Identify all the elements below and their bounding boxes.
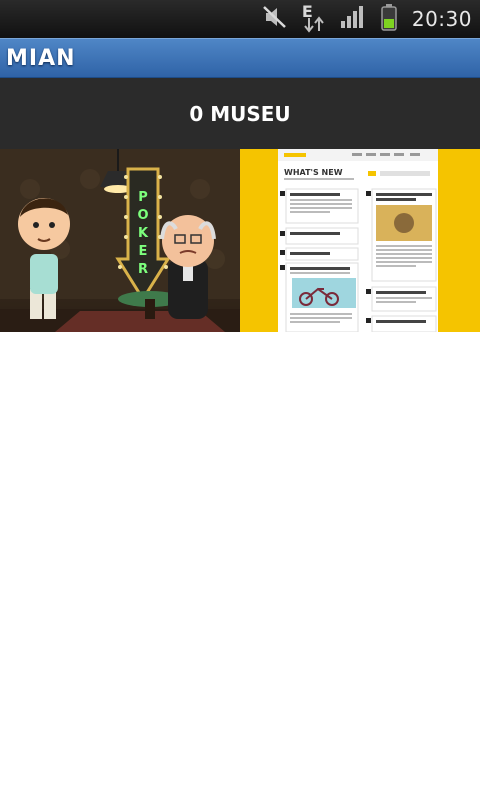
svg-text:O: O <box>137 208 148 223</box>
museum-header: 0 MUSEU <box>0 78 480 149</box>
poker-cartoon-thumbnail[interactable]: P O K E R <box>0 149 240 332</box>
cartoon-character-right <box>160 215 216 319</box>
museum-title: 0 MUSEU <box>189 101 291 126</box>
title-bar: MIAN <box>0 38 480 78</box>
mute-icon <box>262 4 288 34</box>
status-bar: E 20:30 <box>0 0 480 38</box>
app-title: MIAN <box>6 45 76 71</box>
image-gallery: P O K E R WHAT'S NEW <box>0 149 480 332</box>
battery-icon <box>380 3 398 35</box>
signal-icon <box>340 5 366 33</box>
data-transfer-icon: E <box>302 2 326 34</box>
website-heading: WHAT'S NEW <box>284 168 343 177</box>
svg-text:P: P <box>138 190 148 205</box>
status-time: 20:30 <box>411 7 472 31</box>
svg-text:K: K <box>138 226 149 241</box>
website-whats-new-thumbnail[interactable]: WHAT'S NEW <box>240 149 480 332</box>
svg-text:R: R <box>138 262 148 277</box>
svg-text:E: E <box>139 244 148 259</box>
